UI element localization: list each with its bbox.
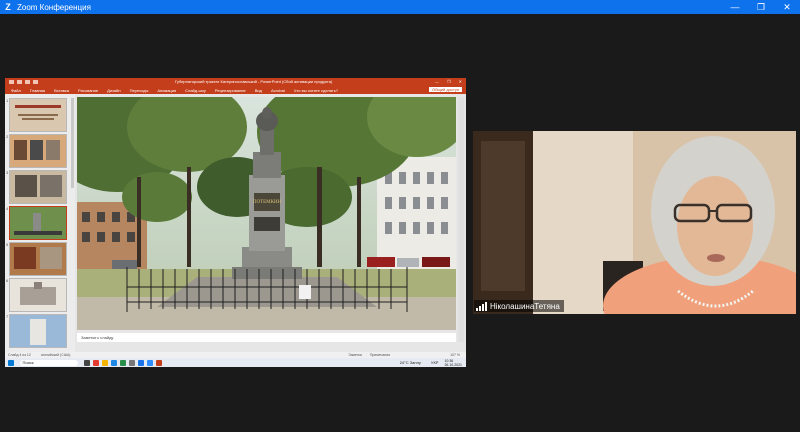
shared-screen[interactable]: Губернаторский трактат Катеринославський…: [5, 78, 466, 367]
powerpoint-workspace: 1 2 3 4 5 6 7 ПОТЕМКИН Заметки к слайду: [5, 94, 466, 352]
quick-access-toolbar[interactable]: [9, 80, 38, 84]
share-button[interactable]: Общий доступ: [429, 87, 462, 92]
slide-thumbnail[interactable]: [9, 170, 67, 204]
current-slide[interactable]: ПОТЕМКИН: [77, 97, 456, 330]
thumb-number: 6: [6, 278, 9, 283]
monument-photo: ПОТЕМКИН: [77, 97, 456, 330]
slide-scrollbar[interactable]: [458, 97, 464, 342]
powerpoint-ribbon[interactable]: Файл Главная Вставка Рисование Дизайн Пе…: [5, 86, 466, 94]
ribbon-tab[interactable]: Главная: [30, 88, 45, 93]
edge-icon[interactable]: [110, 359, 117, 366]
task-view-icon[interactable]: [83, 359, 90, 366]
taskbar-search-label: Поиск: [22, 360, 34, 365]
thumb-number: 1: [6, 98, 9, 103]
windows-taskbar: Поиск 24°C Занлу УКР 10:36 26.10.2021: [5, 358, 466, 367]
weather-widget[interactable]: 24°C Занлу: [400, 360, 421, 365]
app-icon[interactable]: [128, 359, 135, 366]
powerpoint-taskbar-icon[interactable]: [155, 359, 162, 366]
clock-date: 26.10.2021: [444, 362, 462, 367]
powerpoint-document-title: Губернаторский трактат Катеринославський…: [175, 79, 333, 84]
slide-thumbnails-panel[interactable]: 1 2 3 4 5 6 7: [5, 94, 75, 352]
taskbar-search[interactable]: Поиск: [19, 359, 78, 366]
thumbnail-scrollbar[interactable]: [71, 98, 74, 188]
ribbon-tab[interactable]: Анимация: [157, 88, 176, 93]
participant-name: НіколашинаТетяна: [490, 301, 560, 311]
slide-notes[interactable]: Заметки к слайду: [77, 333, 456, 342]
notes-button[interactable]: Заметки: [348, 353, 361, 357]
comments-button[interactable]: Примечания: [370, 353, 390, 357]
powerpoint-window-controls[interactable]: — ❐ ✕: [435, 79, 462, 84]
thumb-number: 4: [6, 206, 9, 211]
tell-me-search[interactable]: Что вы хотите сделать?: [294, 88, 338, 93]
ribbon-tab[interactable]: Переходы: [130, 88, 149, 93]
zoom-taskbar-icon[interactable]: [146, 359, 153, 366]
participant-video-frame: [473, 131, 796, 314]
thumb-number: 2: [6, 134, 9, 139]
ribbon-tab[interactable]: Файл: [11, 88, 21, 93]
restore-button[interactable]: ❐: [748, 0, 774, 14]
slide-thumbnail[interactable]: [9, 242, 67, 276]
app-icon[interactable]: [92, 359, 99, 366]
ribbon-tab[interactable]: Дизайн: [107, 88, 120, 93]
slide-thumbnail[interactable]: [9, 134, 67, 168]
clock[interactable]: 10:36 26.10.2021: [444, 359, 462, 367]
windows-start-icon[interactable]: [8, 359, 14, 366]
participant-video[interactable]: НіколашинаТетяна: [473, 131, 796, 314]
app-icon[interactable]: [119, 359, 126, 366]
ribbon-tab[interactable]: Рисование: [78, 88, 98, 93]
minimize-button[interactable]: —: [722, 0, 748, 14]
folder-icon[interactable]: [101, 359, 108, 366]
slide-thumbnail[interactable]: [9, 98, 67, 132]
ribbon-tab[interactable]: Слайд-шоу: [185, 88, 206, 93]
ribbon-tab[interactable]: Acrobat: [271, 88, 285, 93]
close-button[interactable]: ✕: [774, 0, 800, 14]
zoom-titlebar: Z Zoom Конференция — ❐ ✕: [0, 0, 800, 14]
slide-thumbnail[interactable]: [9, 278, 67, 312]
participant-name-badge: НіколашинаТетяна: [474, 300, 564, 312]
window-title: Zoom Конференция: [17, 2, 91, 12]
signal-strength-icon: [476, 301, 487, 311]
slide-thumbnail-selected[interactable]: [9, 206, 67, 240]
monument-plaque-text: ПОТЕМКИН: [253, 200, 282, 205]
language-status[interactable]: английский (США): [41, 353, 71, 357]
thumb-number: 3: [6, 170, 9, 175]
zoom-level[interactable]: 107 %: [450, 353, 460, 357]
ribbon-tab[interactable]: Вставка: [54, 88, 69, 93]
input-language[interactable]: УКР: [431, 360, 439, 365]
ribbon-tab[interactable]: Вид: [255, 88, 262, 93]
slide-count: Слайд 4 из 12: [8, 353, 31, 357]
powerpoint-titlebar: Губернаторский трактат Катеринославський…: [5, 78, 466, 86]
chrome-icon[interactable]: [137, 359, 144, 366]
thumb-number: 5: [6, 242, 9, 247]
slide-thumbnail[interactable]: [9, 314, 67, 348]
thumb-number: 7: [6, 314, 9, 319]
ribbon-tab[interactable]: Рецензирование: [215, 88, 246, 93]
zoom-logo-icon: Z: [5, 2, 11, 12]
